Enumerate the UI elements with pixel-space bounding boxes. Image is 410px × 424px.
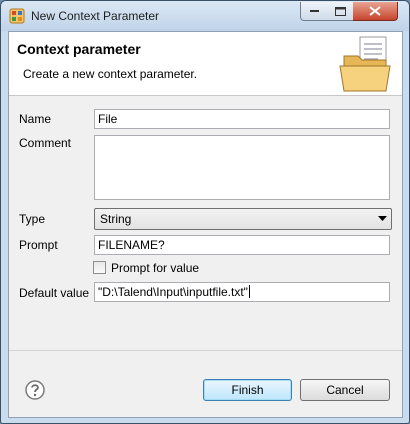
dialog-body: Context parameter Create a new context p… — [8, 31, 403, 418]
cancel-button[interactable]: Cancel — [300, 379, 390, 401]
name-field[interactable]: File — [94, 109, 390, 129]
text-cursor — [248, 285, 250, 298]
default-value-field[interactable]: "D:\Talend\Input\inputfile.txt" — [94, 282, 390, 302]
prompt-field[interactable]: FILENAME? — [94, 235, 390, 255]
close-button[interactable] — [353, 2, 398, 21]
type-select[interactable]: String — [94, 208, 392, 230]
prompt-label: Prompt — [19, 238, 58, 252]
chevron-down-icon — [378, 216, 387, 221]
maximize-button[interactable] — [327, 2, 354, 21]
prompt-for-value-checkbox[interactable] — [93, 261, 106, 274]
header-subtitle: Create a new context parameter. — [23, 67, 198, 81]
footer-divider — [9, 350, 402, 351]
app-icon — [9, 8, 25, 24]
type-select-value: String — [100, 212, 132, 226]
prompt-for-value-label[interactable]: Prompt for value — [111, 261, 199, 275]
comment-field[interactable] — [94, 135, 390, 200]
help-icon[interactable] — [25, 380, 45, 400]
default-value-text: "D:\Talend\Input\inputfile.txt" — [98, 285, 248, 299]
minimize-icon — [309, 10, 319, 12]
title-bar[interactable]: New Context Parameter — [1, 1, 409, 31]
window-title: New Context Parameter — [31, 9, 160, 23]
header-title: Context parameter — [17, 41, 141, 57]
dialog-window: New Context Parameter Context parameter … — [0, 0, 410, 424]
finish-button[interactable]: Finish — [203, 379, 292, 401]
type-label: Type — [19, 212, 46, 226]
comment-label: Comment — [19, 136, 72, 150]
default-value-label: Default value — [19, 286, 90, 300]
wizard-header: Context parameter Create a new context p… — [9, 32, 402, 96]
close-icon — [369, 6, 381, 16]
name-label: Name — [19, 112, 52, 126]
maximize-icon — [334, 6, 346, 16]
folder-document-icon — [339, 36, 391, 92]
minimize-button[interactable] — [300, 2, 329, 21]
